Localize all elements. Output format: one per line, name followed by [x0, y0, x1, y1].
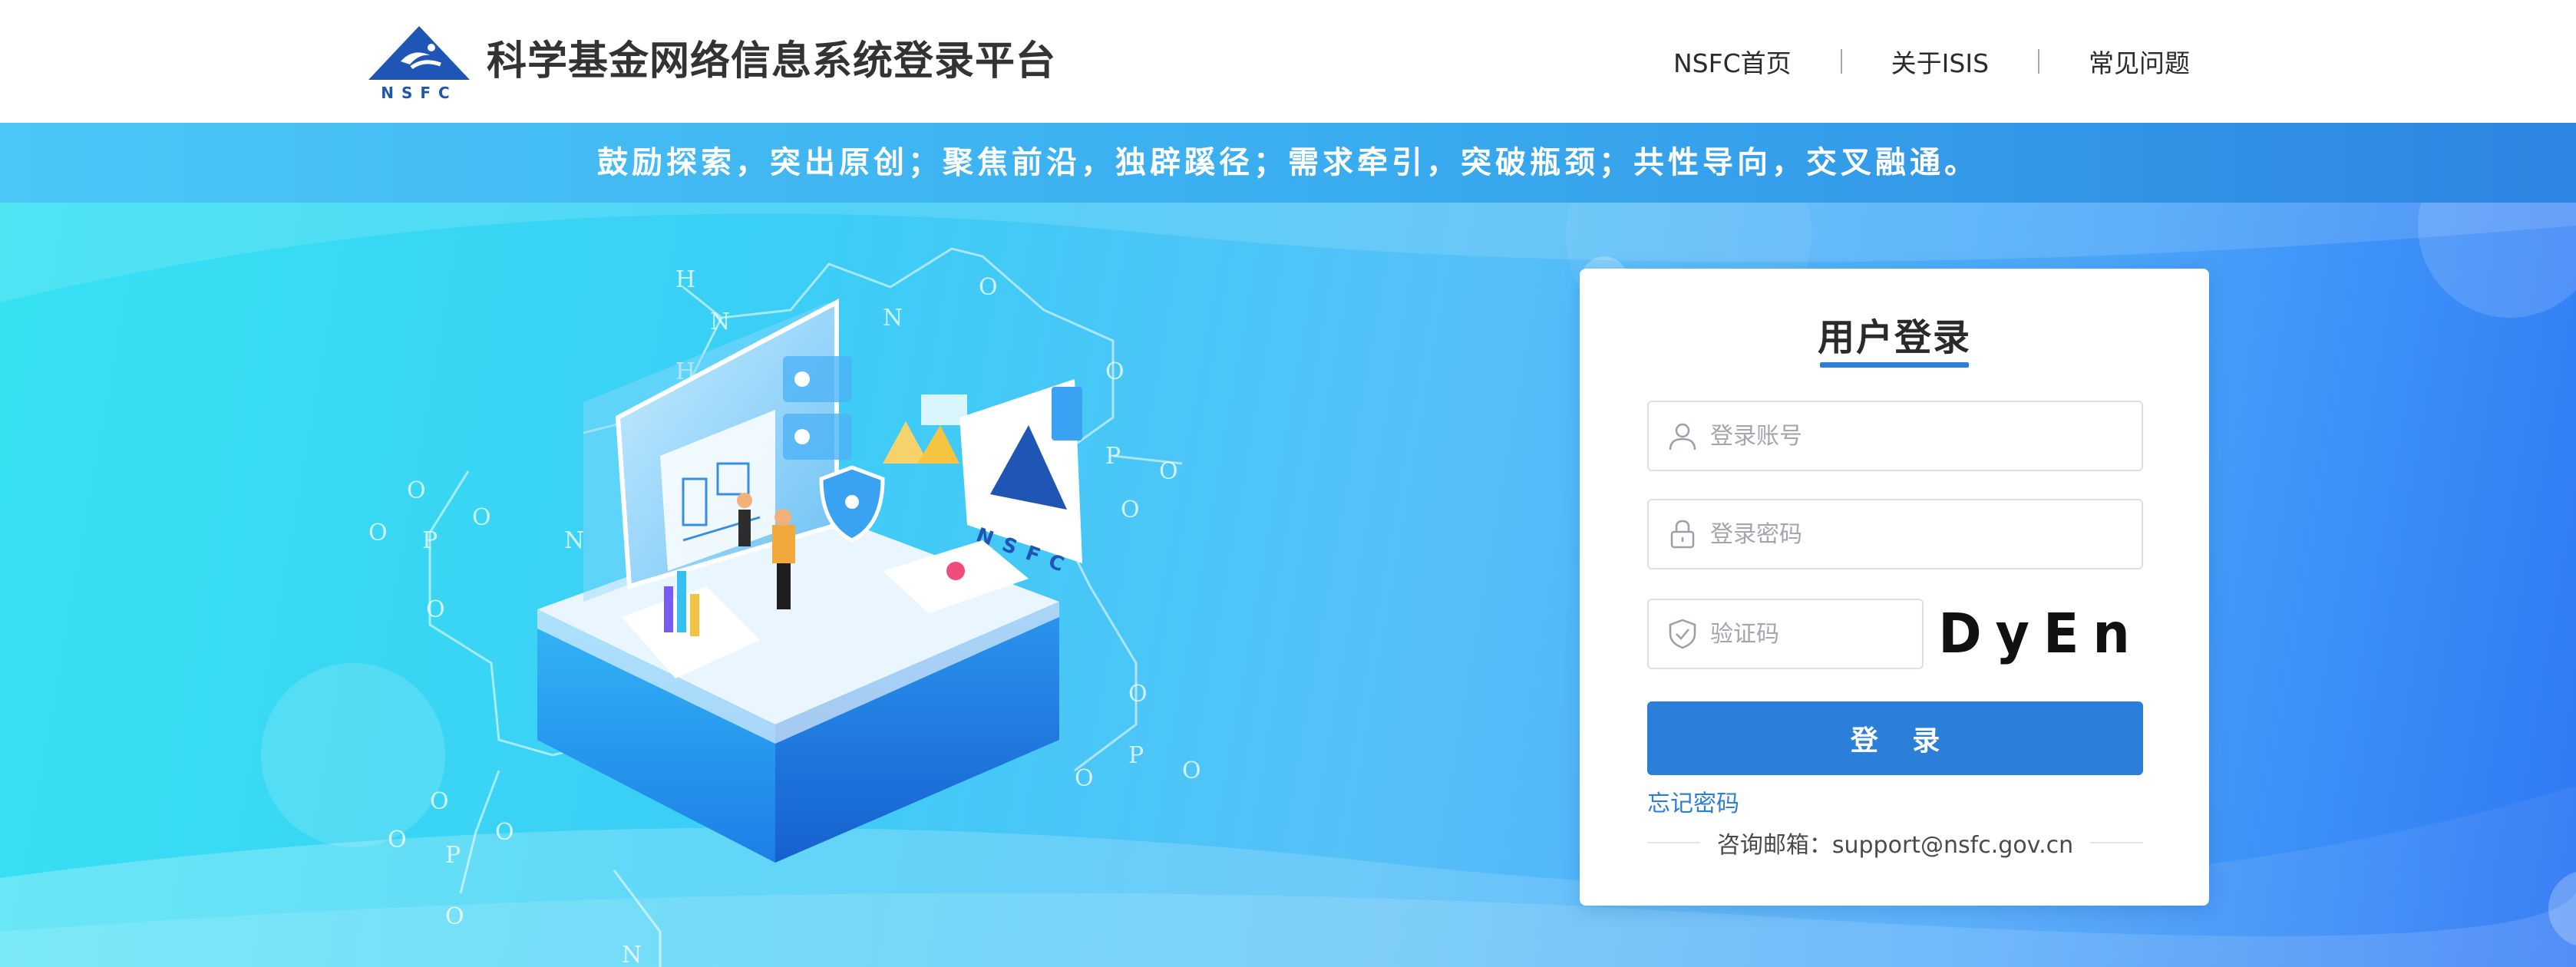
svg-text:P: P — [422, 527, 438, 554]
svg-text:N: N — [883, 305, 903, 332]
nav-divider — [2038, 49, 2040, 74]
site-header: NSFC 科学基金网络信息系统登录平台 NSFC首页 关于ISIS 常见问题 — [0, 0, 2576, 123]
svg-text:O: O — [426, 596, 445, 623]
nsfc-logo-icon[interactable]: NSFC — [365, 25, 473, 101]
svg-text:NSFC: NSFC — [381, 84, 457, 101]
svg-text:O: O — [430, 788, 449, 815]
svg-text:N: N — [622, 942, 642, 967]
svg-text:N: N — [564, 527, 584, 554]
account-field[interactable] — [1647, 401, 2143, 471]
svg-text:O: O — [1182, 757, 1201, 784]
password-field[interactable] — [1647, 499, 2143, 569]
site-title: 科学基金网络信息系统登录平台 — [487, 38, 1057, 84]
support-email-text: 咨询邮箱：support@nsfc.gov.cn — [1716, 832, 2074, 859]
divider-right — [2090, 842, 2144, 843]
user-icon — [1669, 423, 1696, 450]
svg-text:O: O — [472, 504, 491, 531]
svg-text:O: O — [388, 827, 407, 853]
svg-text:H: H — [675, 266, 695, 293]
support-email-row: 咨询邮箱：support@nsfc.gov.cn — [1647, 824, 2144, 861]
top-nav: NSFC首页 关于ISIS 常见问题 — [1673, 0, 2190, 123]
login-title: 用户登录 — [1817, 316, 1971, 359]
divider-left — [1647, 842, 1700, 843]
svg-text:O: O — [1105, 358, 1125, 385]
svg-text:O: O — [1121, 497, 1140, 523]
nav-link-nsfc-home[interactable]: NSFC首页 — [1673, 43, 1792, 80]
svg-text:P: P — [1128, 742, 1144, 769]
nav-divider — [1840, 49, 1842, 74]
forgot-password-link[interactable]: 忘记密码 — [1647, 784, 1739, 818]
login-button[interactable]: 登 录 — [1647, 701, 2143, 775]
nav-link-faq[interactable]: 常见问题 — [2089, 43, 2190, 80]
svg-text:P: P — [445, 842, 461, 869]
nav-link-about-isis[interactable]: 关于ISIS — [1891, 43, 1989, 80]
svg-text:O: O — [1075, 765, 1094, 792]
svg-text:O: O — [979, 274, 998, 301]
svg-text:P: P — [1105, 443, 1121, 470]
password-input[interactable] — [1710, 500, 2142, 568]
svg-text:O: O — [445, 903, 464, 930]
lock-icon — [1670, 520, 1695, 549]
hero-section: HNH NO OPOO OOPOO N OPOO OOPOO N NSFC 用户… — [0, 203, 2576, 967]
login-card: 用户登录 DyEn 登 录 — [1580, 269, 2209, 906]
title-underline — [1820, 362, 1969, 368]
slogan-banner: 鼓励探索，突出原创；聚焦前沿，独辟蹊径；需求牵引，突破瓶颈；共性导向，交叉融通。 — [0, 123, 2576, 203]
svg-text:O: O — [495, 819, 514, 846]
svg-text:N: N — [710, 309, 730, 335]
account-input[interactable] — [1710, 402, 2142, 470]
svg-text:O: O — [1159, 458, 1178, 485]
shield-check-icon — [1669, 619, 1696, 649]
captcha-field[interactable] — [1647, 599, 1996, 669]
svg-text:O: O — [407, 477, 426, 504]
svg-text:O: O — [368, 520, 388, 546]
svg-text:O: O — [1128, 681, 1148, 708]
slogan-text: 鼓励探索，突出原创；聚焦前沿，独辟蹊径；需求牵引，突破瓶颈；共性导向，交叉融通。 — [597, 145, 1979, 180]
captcha-code: DyEn — [1938, 602, 2144, 666]
captcha-image[interactable]: DyEn — [1938, 599, 2144, 669]
